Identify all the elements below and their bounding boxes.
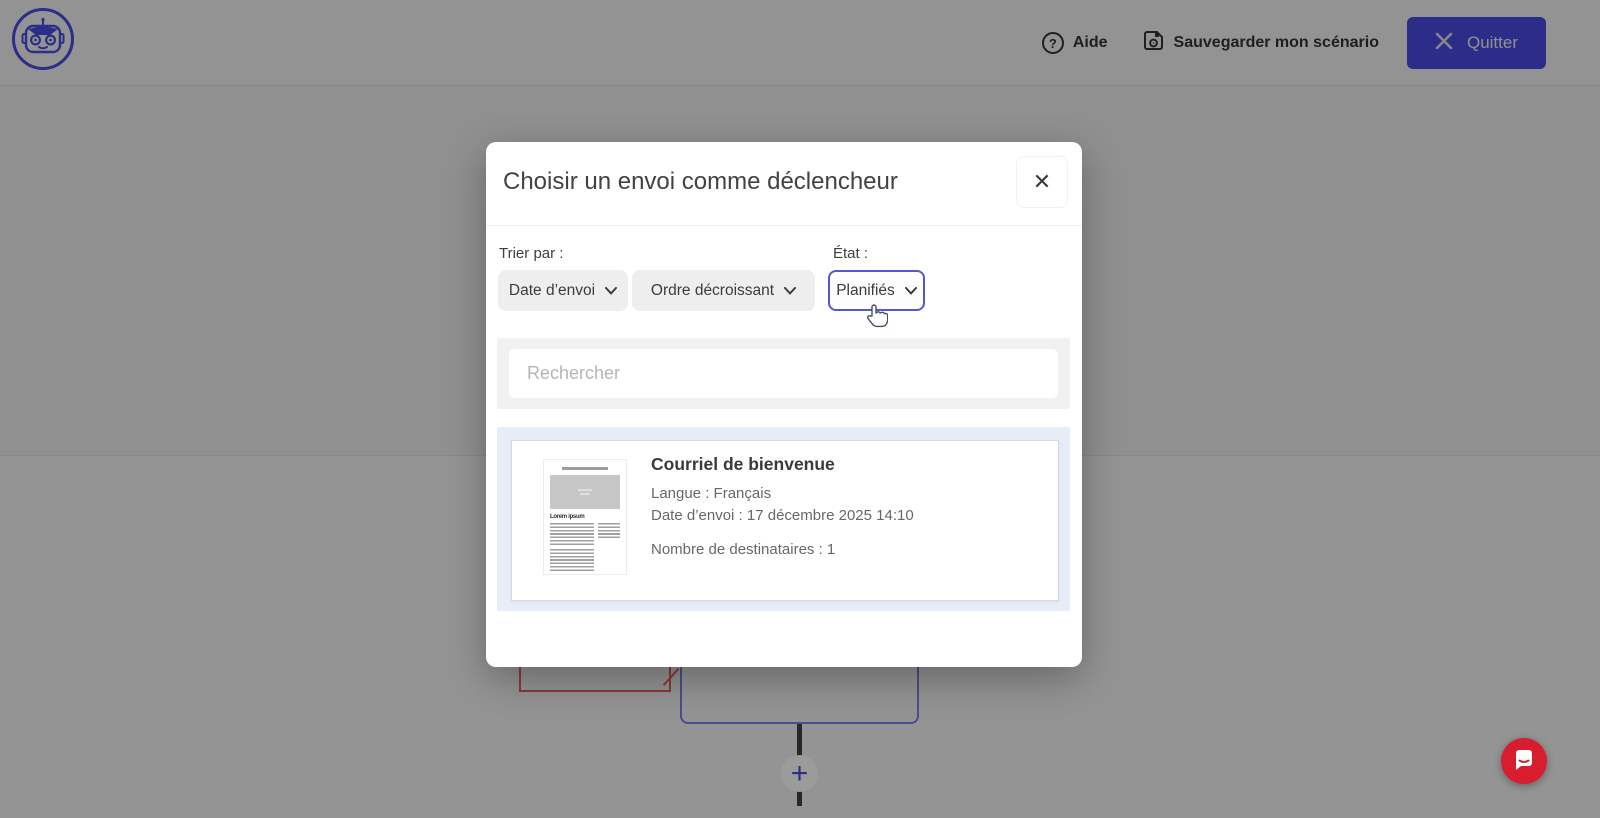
result-list: Lorem ipsum LOGOTYPE Courriel de bienven… [497,427,1070,611]
email-recipients: Nombre de destinataires : 1 [651,541,835,558]
state-value: Planifiés [836,282,895,300]
search-section [497,338,1070,409]
close-icon: ✕ [1033,169,1051,194]
thumbnail-image-placeholder [550,475,620,509]
email-language: Langue : Français [651,485,771,502]
search-input[interactable] [509,349,1058,398]
state-label: État : [833,245,868,262]
chevron-down-icon [784,287,796,295]
chat-bubble-icon [1513,749,1535,774]
sort-by-label: Trier par : [499,245,563,262]
modal-title: Choisir un envoi comme déclencheur [503,168,898,196]
sort-order-dropdown[interactable]: Ordre décroissant [632,270,815,311]
modal-close-button[interactable]: ✕ [1016,156,1068,208]
choose-send-trigger-modal: Choisir un envoi comme déclencheur ✕ Tri… [486,142,1082,667]
chevron-down-icon [905,287,917,295]
state-dropdown[interactable]: Planifiés [828,270,925,311]
chat-launcher-button[interactable] [1501,738,1547,784]
chevron-down-icon [605,287,617,295]
email-send-date: Date d’envoi : 17 décembre 2025 14:10 [651,507,914,524]
email-thumbnail: Lorem ipsum LOGOTYPE [543,459,627,575]
email-title: Courriel de bienvenue [651,454,835,475]
modal-header: Choisir un envoi comme déclencheur ✕ [486,142,1082,226]
sort-field-dropdown[interactable]: Date d’envoi [498,270,628,311]
sort-field-value: Date d’envoi [509,282,595,300]
email-list-item[interactable]: Lorem ipsum LOGOTYPE Courriel de bienven… [511,440,1059,601]
thumbnail-heading: Lorem ipsum [550,514,620,520]
sort-order-value: Ordre décroissant [651,282,774,300]
